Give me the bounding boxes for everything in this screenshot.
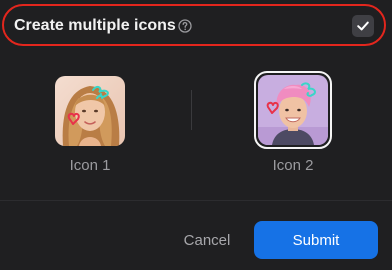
footer-divider xyxy=(0,200,392,201)
girl-portrait-image xyxy=(55,76,125,146)
icon-2-thumbnail[interactable] xyxy=(258,75,328,145)
create-multiple-icons-label: Create multiple icons xyxy=(14,17,176,34)
create-multiple-icons-checkbox[interactable] xyxy=(352,15,374,37)
boy-portrait-image xyxy=(258,75,328,145)
icon-1-thumbnail[interactable] xyxy=(55,76,125,146)
create-icons-dialog: Create multiple icons Icon 1 Icon 2 Canc… xyxy=(0,0,392,270)
icon-1-caption: Icon 1 xyxy=(69,157,111,174)
cancel-button[interactable]: Cancel xyxy=(174,221,240,259)
create-multiple-icons-row[interactable]: Create multiple icons xyxy=(2,4,386,46)
question-circle-icon[interactable] xyxy=(178,19,192,33)
icon-2-caption: Icon 2 xyxy=(272,157,314,174)
submit-button[interactable]: Submit xyxy=(254,221,378,259)
vertical-divider xyxy=(191,90,192,130)
checkmark-icon xyxy=(357,21,369,31)
